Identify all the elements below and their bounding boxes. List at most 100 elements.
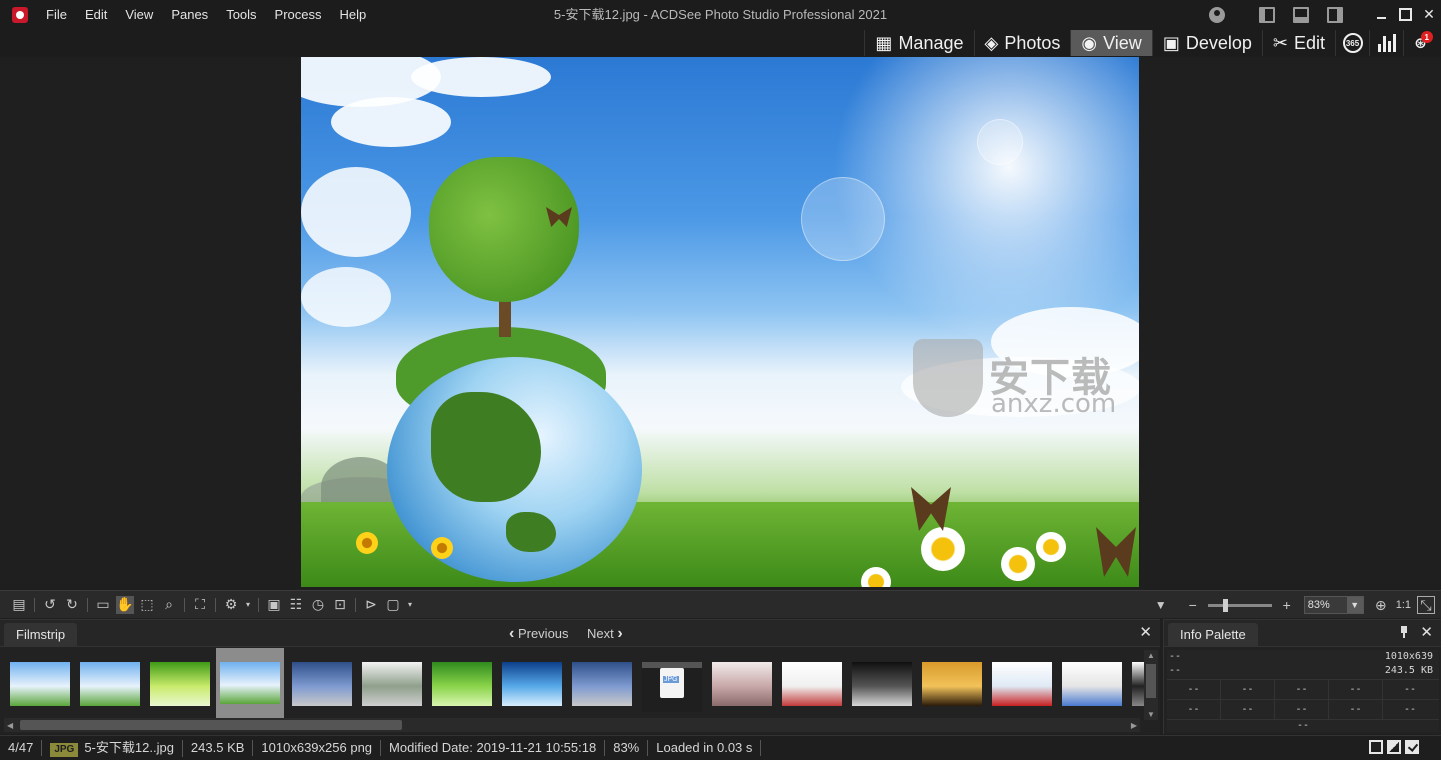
thumbnail-image <box>1132 662 1144 706</box>
mode-tab-manage[interactable]: ▦ Manage <box>864 30 973 56</box>
chevron-down-icon[interactable]: ▾ <box>406 596 414 614</box>
filmstrip-thumbnail[interactable] <box>216 648 284 718</box>
menu-edit[interactable]: Edit <box>76 0 116 29</box>
focus-icon[interactable]: ⊡ <box>331 596 349 614</box>
filmstrip-thumbnail[interactable] <box>712 662 772 706</box>
previous-label: Previous <box>517 626 569 641</box>
menu-help[interactable]: Help <box>331 0 376 29</box>
mode-tab-develop[interactable]: ▣ Develop <box>1151 30 1262 56</box>
scrollbar-thumb[interactable] <box>1146 664 1156 698</box>
slideshow-play-icon[interactable]: ⊳ <box>362 596 380 614</box>
user-account-icon[interactable] <box>1209 6 1225 23</box>
zoom-tool-icon[interactable]: ⌕ <box>160 596 178 614</box>
rotate-left-icon[interactable]: ↺ <box>41 596 59 614</box>
actual-size-button[interactable]: 1:1 <box>1396 599 1411 611</box>
filmstrip-vertical-scrollbar[interactable]: ▲ ▼ <box>1144 650 1158 720</box>
menu-panes[interactable]: Panes <box>162 0 217 29</box>
toggle-left-pane-icon[interactable] <box>1259 6 1275 23</box>
zoom-level-select[interactable]: 83% ▼ <box>1303 596 1364 614</box>
info-palette-header: Info Palette ✕ <box>1164 620 1441 647</box>
menu-tools[interactable]: Tools <box>217 0 265 29</box>
viewer-toolbar: ▤ ↺ ↻ ▭ ✋ ⬚ ⌕ ⛶ ⚙ ▾ ▣ ☷ ◷ ⊡ ⊳ ▢ ▾ ▼ − + … <box>0 590 1441 618</box>
zoom-out-icon[interactable]: − <box>1184 596 1202 614</box>
screen-icon[interactable]: ▢ <box>384 596 402 614</box>
zoom-in-icon[interactable]: + <box>1278 596 1296 614</box>
fit-screen-icon[interactable]: ⤡ <box>1417 596 1435 614</box>
info-dimensions: 1010x639 <box>1384 651 1433 662</box>
filmstrip-horizontal-scrollbar[interactable]: ◀ ▶ <box>4 718 1140 732</box>
crop-select-icon[interactable]: ▭ <box>94 596 112 614</box>
mode-tab-label: Edit <box>1293 32 1325 53</box>
tag-empty-icon[interactable] <box>1369 740 1383 754</box>
close-window-button[interactable]: ✕ <box>1417 0 1441 29</box>
info-grid-row: -- -- -- -- -- <box>1167 700 1439 720</box>
thumbnail-image <box>712 662 772 706</box>
fullscreen-icon[interactable]: ⛶ <box>191 596 209 614</box>
filmstrip-thumbnail[interactable] <box>852 662 912 706</box>
close-filmstrip-button[interactable]: ✕ <box>1139 625 1152 641</box>
filmstrip-thumbnail[interactable] <box>432 662 492 706</box>
filmstrip-thumbnail[interactable] <box>572 662 632 706</box>
thumbnail-image: JPG <box>642 668 702 712</box>
filmstrip-thumbnail[interactable]: JPG <box>642 662 702 712</box>
rotate-right-icon[interactable]: ↻ <box>63 596 81 614</box>
hand-pan-icon[interactable]: ✋ <box>116 595 134 614</box>
toggle-right-pane-icon[interactable] <box>1327 6 1343 23</box>
filmstrip-thumbnail[interactable] <box>782 662 842 706</box>
image-viewer[interactable]: 安下载 anxz.com <box>0 57 1441 588</box>
filmstrip-thumbnail[interactable] <box>10 662 70 706</box>
image-position: 4/47 <box>0 740 43 756</box>
select-area-icon[interactable]: ⬚ <box>138 596 156 614</box>
filmstrip-thumbnail[interactable] <box>362 662 422 706</box>
develop-icon: ▣ <box>1162 32 1180 53</box>
notification-icon: ⊛ 1 <box>1414 31 1433 52</box>
thumbnail-image <box>1062 662 1122 706</box>
settings-gear-icon[interactable]: ⚙ <box>222 596 240 614</box>
info-grid-cell: -- <box>1221 700 1275 720</box>
filmstrip-thumbnail[interactable] <box>80 662 140 706</box>
close-info-palette-button[interactable]: ✕ <box>1420 625 1433 641</box>
tab-info-palette[interactable]: Info Palette <box>1168 623 1258 647</box>
save-icon[interactable]: ▤ <box>10 596 28 614</box>
photos-icon: ◈ <box>984 32 999 53</box>
mode-tab-edit[interactable]: ✂ Edit <box>1261 30 1335 56</box>
mode-tab-notifications[interactable]: ⊛ 1 <box>1403 30 1437 56</box>
menu-file[interactable]: File <box>37 0 76 29</box>
tag-checked-icon[interactable] <box>1405 740 1419 754</box>
compare-icon[interactable]: ▣ <box>265 596 283 614</box>
filmstrip-thumbnail[interactable] <box>502 662 562 706</box>
photo-image: 安下载 anxz.com <box>301 57 1139 587</box>
toggle-bottom-pane-icon[interactable] <box>1293 6 1309 23</box>
title-bar-controls: ✕ <box>1203 0 1441 29</box>
menu-process[interactable]: Process <box>266 0 331 29</box>
filter-triangle-icon[interactable]: ▼ <box>1152 596 1170 614</box>
adjust-sliders-icon[interactable]: ☷ <box>287 596 305 614</box>
filmstrip-thumbnail[interactable] <box>292 662 352 706</box>
clock-icon[interactable]: ◷ <box>309 596 327 614</box>
scrollbar-thumb[interactable] <box>20 720 402 730</box>
app-logo-icon[interactable] <box>12 6 28 23</box>
zoom-slider-thumb[interactable] <box>1222 598 1228 612</box>
mode-tab-dashboard[interactable] <box>1369 30 1403 56</box>
mode-tab-view[interactable]: ◉ View <box>1070 30 1152 56</box>
minimize-button[interactable] <box>1369 0 1393 29</box>
chevron-down-icon[interactable]: ▼ <box>1346 597 1363 613</box>
tag-partial-icon[interactable] <box>1387 740 1401 754</box>
zoom-slider[interactable] <box>1207 598 1272 612</box>
previous-button[interactable]: ‹ Previous <box>509 620 569 647</box>
filmstrip-thumbnail[interactable] <box>1132 662 1144 706</box>
filmstrip-thumbnail[interactable] <box>1062 662 1122 706</box>
filmstrip-thumbnail[interactable] <box>992 662 1052 706</box>
pin-icon[interactable] <box>1399 626 1409 638</box>
chevron-down-icon[interactable]: ▾ <box>244 596 252 614</box>
maximize-button[interactable] <box>1393 0 1417 29</box>
info-filesize: 243.5 KB <box>1384 665 1433 676</box>
mode-tab-365[interactable]: 365 <box>1335 30 1369 56</box>
filmstrip-thumbnail[interactable] <box>150 662 210 706</box>
filmstrip-thumbnail[interactable] <box>922 662 982 706</box>
menu-view[interactable]: View <box>116 0 162 29</box>
next-button[interactable]: Next › <box>587 620 623 647</box>
tab-filmstrip[interactable]: Filmstrip <box>4 623 78 647</box>
zoom-magnifier-icon[interactable]: ⊕ <box>1372 596 1390 614</box>
mode-tab-photos[interactable]: ◈ Photos <box>973 30 1071 56</box>
